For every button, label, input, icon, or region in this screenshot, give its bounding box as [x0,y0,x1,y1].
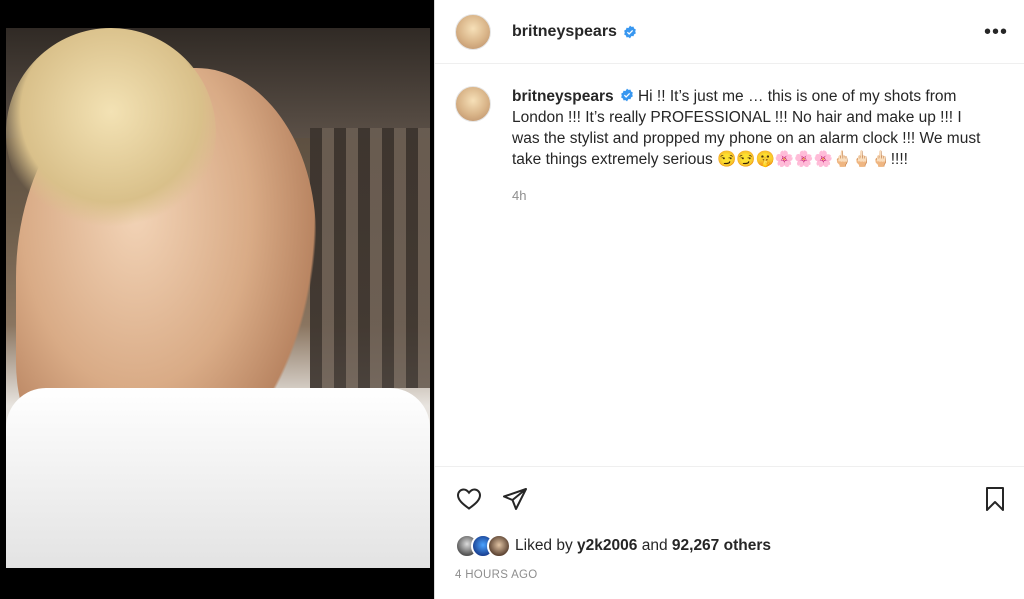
post-side-panel: britneyspears ••• britneyspears Hi !! It… [434,0,1024,599]
liked-by-and: and [641,537,668,554]
liker-avatars[interactable] [455,534,511,558]
caption-verified-badge-icon [620,88,633,102]
caption-body: britneyspears Hi !! It’s just me … this … [512,86,992,206]
photo-pillow [6,388,430,568]
post-header: britneyspears ••• [435,0,1024,64]
action-icon-row [435,467,1024,531]
photo-subject-hair [6,28,216,238]
photo-curtain [310,128,430,388]
post-photo[interactable] [6,28,430,568]
instagram-post-view: britneyspears ••• britneyspears Hi !! It… [0,0,1024,599]
heart-icon [456,488,482,510]
header-username[interactable]: britneyspears [512,23,617,41]
save-button[interactable] [981,485,1009,513]
share-button[interactable] [501,485,529,513]
post-media-panel [0,0,434,599]
liked-by-others-link[interactable]: 92,267 others [672,537,771,554]
liked-by-prefix: Liked by [515,537,573,554]
more-options-icon[interactable]: ••• [984,22,1008,42]
liked-by-user-link[interactable]: y2k2006 [577,537,637,554]
posted-timestamp[interactable]: 4 HOURS AGO [435,561,1024,581]
like-button[interactable] [455,485,483,513]
caption-avatar[interactable] [455,86,491,122]
likes-summary: Liked by y2k2006 and 92,267 others [515,537,771,555]
post-actions: Liked by y2k2006 and 92,267 others 4 HOU… [435,466,1024,581]
verified-badge-icon [624,25,636,38]
paper-plane-icon [503,488,527,510]
likes-row: Liked by y2k2006 and 92,267 others [435,531,1024,561]
avatar[interactable] [455,13,491,50]
post-caption: britneyspears Hi !! It’s just me … this … [455,86,1015,206]
avatar [487,534,511,558]
bookmark-icon [986,487,1004,511]
caption-username[interactable]: britneyspears [512,88,614,105]
caption-timestamp[interactable]: 4h [512,185,992,206]
